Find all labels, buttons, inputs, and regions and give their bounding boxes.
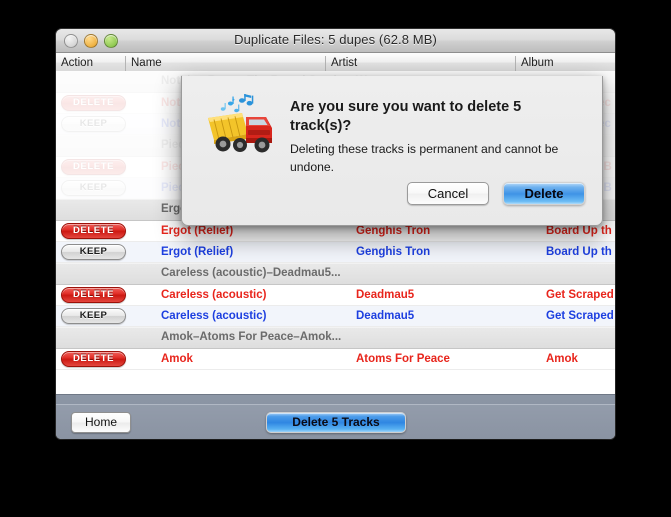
column-header-action[interactable]: Action: [56, 56, 126, 72]
cancel-button[interactable]: Cancel: [407, 182, 489, 205]
keep-button[interactable]: KEEP: [61, 244, 126, 260]
action-cell: DELETE: [61, 351, 126, 367]
keep-button[interactable]: KEEP: [61, 308, 126, 324]
cell-artist: Deadmau5: [356, 310, 415, 322]
action-cell: KEEP: [61, 244, 126, 260]
confirm-delete-button[interactable]: Delete: [503, 182, 585, 205]
dump-truck-music-icon: [208, 94, 272, 153]
confirm-delete-dialog: Are you sure you want to delete 5 track(…: [181, 76, 603, 226]
table-row[interactable]: DELETE Amok Atoms For Peace Amok: [56, 349, 615, 370]
cell-album: Board Up th: [546, 246, 612, 258]
table-row[interactable]: DELETE Careless (acoustic) Deadmau5 Get …: [56, 285, 615, 306]
dialog-body-text: Deleting these tracks is permanent and c…: [290, 142, 559, 174]
table-row[interactable]: KEEP Careless (acoustic) Deadmau5 Get Sc…: [56, 306, 615, 327]
action-cell: DELETE: [61, 287, 126, 303]
cell-album: Get Scraped: [546, 310, 614, 322]
table-column-header: Action Name Artist Album: [56, 53, 615, 73]
cell-album: Get Scraped: [546, 289, 614, 301]
table-row[interactable]: KEEP Ergot (Relief) Genghis Tron Board U…: [56, 242, 615, 263]
cell-artist: Deadmau5: [356, 289, 415, 301]
delete-button[interactable]: DELETE: [61, 95, 126, 111]
delete-button[interactable]: DELETE: [61, 159, 126, 175]
delete-button[interactable]: DELETE: [61, 287, 126, 303]
bottom-toolbar: Home Delete 5 Tracks: [56, 404, 615, 439]
action-cell: DELETE: [61, 95, 126, 111]
window-titlebar: Duplicate Files: 5 dupes (62.8 MB): [56, 29, 615, 53]
cell-artist: Atoms For Peace: [356, 353, 450, 365]
action-cell: DELETE: [61, 223, 126, 239]
duplicate-files-window: Duplicate Files: 5 dupes (62.8 MB) Actio…: [56, 29, 615, 439]
keep-button[interactable]: KEEP: [61, 180, 126, 196]
column-header-artist[interactable]: Artist: [326, 56, 516, 72]
action-cell: KEEP: [61, 180, 126, 196]
cell-name: Careless (acoustic): [161, 310, 267, 322]
action-cell: KEEP: [61, 308, 126, 324]
action-cell: DELETE: [61, 159, 126, 175]
cell-album: Amok: [546, 353, 578, 365]
action-cell: KEEP: [61, 116, 126, 132]
delete-button[interactable]: DELETE: [61, 223, 126, 239]
delete-button[interactable]: DELETE: [61, 351, 126, 367]
group-header[interactable]: Careless (acoustic)–Deadmau5...: [56, 263, 615, 285]
cell-name: Ergot (Relief): [161, 246, 234, 258]
cell-name: Amok: [161, 353, 193, 365]
keep-button[interactable]: KEEP: [61, 116, 126, 132]
window-title: Duplicate Files: 5 dupes (62.8 MB): [234, 32, 437, 47]
column-header-name[interactable]: Name: [126, 56, 326, 72]
group-header[interactable]: Amok–Atoms For Peace–Amok...: [56, 327, 615, 349]
column-header-album[interactable]: Album: [516, 56, 615, 72]
delete-tracks-button[interactable]: Delete 5 Tracks: [266, 412, 406, 433]
cell-name: Careless (acoustic): [161, 289, 267, 301]
home-button[interactable]: Home: [71, 412, 131, 433]
cell-artist: Genghis Tron: [356, 246, 431, 258]
dialog-heading: Are you sure you want to delete 5 track(…: [290, 99, 522, 134]
